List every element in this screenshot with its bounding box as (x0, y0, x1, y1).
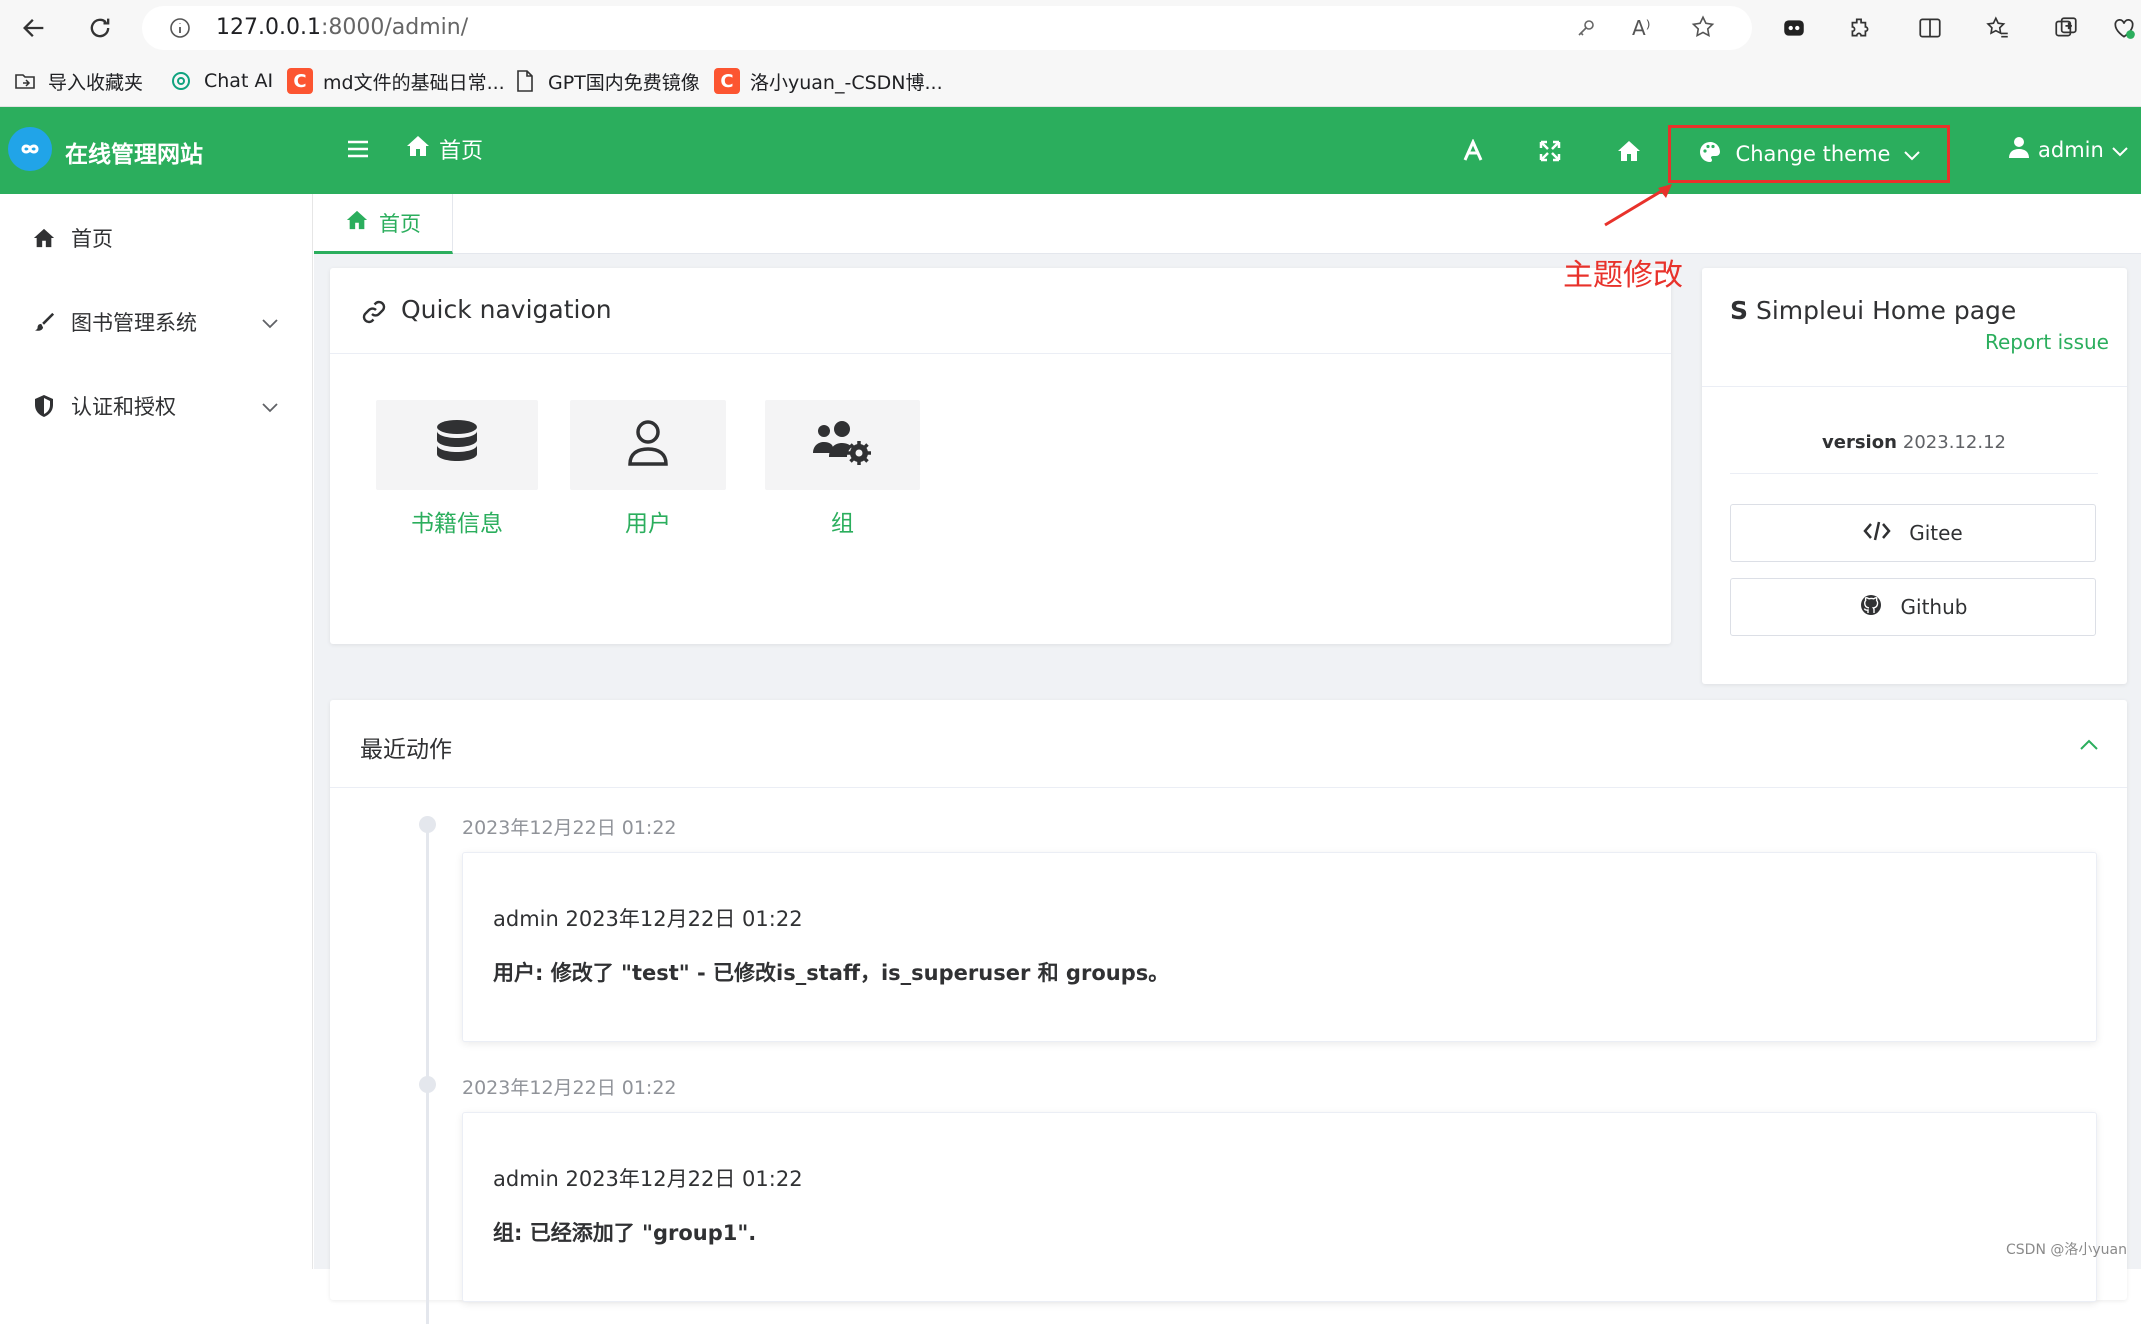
openai-icon (168, 68, 194, 94)
bookmarks-bar: 导入收藏夹 Chat AI C md文件的基础日常... GPT国内免费镜像 C… (0, 56, 2141, 107)
simpleui-logo: S (1730, 296, 1748, 325)
browser-toolbar: 127.0.0.1:8000/admin/ A⁾ (0, 0, 2141, 56)
entry-user-time: admin 2023年12月22日 01:22 (493, 903, 803, 933)
main-content: Quick navigation 书籍信息 用户 (314, 254, 2141, 1269)
quicknav-box[interactable] (765, 400, 920, 490)
users-cog-icon (813, 419, 873, 471)
annotation-arrow (1600, 180, 1680, 230)
user-icon (627, 419, 669, 471)
url-text[interactable]: 127.0.0.1:8000/admin/ (216, 15, 468, 40)
simpleui-title: S Simpleui Home page (1730, 296, 2016, 325)
sidebar-item-auth[interactable]: 认证和授权 (0, 376, 313, 436)
quicknav-box[interactable] (570, 400, 726, 490)
timeline-dot (419, 816, 436, 833)
bookmark-gpt-mirror[interactable]: GPT国内免费镜像 (512, 66, 700, 96)
bookmark-md-file[interactable]: C md文件的基础日常... (287, 66, 505, 96)
font-size-icon[interactable] (1453, 131, 1493, 171)
chevron-down-icon (1904, 142, 1920, 166)
recent-actions-header: 最近动作 (330, 700, 2127, 788)
header-breadcrumb[interactable]: 首页 (405, 133, 483, 165)
timeline-time: 2023年12月22日 01:22 (462, 813, 677, 840)
extensions-icon[interactable] (1838, 6, 1882, 50)
sidebar-item-home[interactable]: 首页 (0, 208, 313, 268)
timeline-entry: admin 2023年12月22日 01:22 组: 已经添加了 "group1… (462, 1112, 2097, 1302)
extension-app-icon[interactable] (1772, 6, 1816, 50)
timeline-dot (419, 1076, 436, 1093)
link-icon (360, 300, 388, 328)
bookmark-import-favorites[interactable]: 导入收藏夹 (12, 66, 143, 96)
site-logo[interactable] (8, 127, 52, 171)
info-icon[interactable] (168, 16, 192, 44)
fullscreen-icon[interactable] (1530, 131, 1570, 171)
refresh-icon[interactable] (78, 6, 122, 50)
key-icon[interactable] (1574, 16, 1598, 44)
change-theme-button[interactable]: Change theme (1668, 125, 1950, 183)
timeline-entry: admin 2023年12月22日 01:22 用户: 修改了 "test" -… (462, 852, 2097, 1042)
palette-icon (1698, 140, 1722, 169)
code-icon (1863, 520, 1891, 547)
entry-user-time: admin 2023年12月22日 01:22 (493, 1163, 803, 1193)
recent-actions-title: 最近动作 (360, 730, 452, 764)
github-icon (1859, 593, 1883, 622)
quicknav-item-users[interactable]: 用户 (570, 400, 726, 490)
menu-toggle-icon[interactable] (340, 131, 376, 167)
gitee-button[interactable]: Gitee (1730, 504, 2096, 562)
app-header: 在线管理网站 首页 Change theme admin (0, 107, 2141, 194)
entry-message[interactable]: 组: 已经添加了 "group1". (493, 1217, 756, 1247)
user-menu[interactable]: admin (2008, 135, 2128, 164)
browser-essentials-icon[interactable] (2106, 6, 2141, 50)
shield-icon (30, 392, 58, 420)
quicknav-box[interactable] (376, 400, 538, 490)
tab-bar: 首页 (314, 194, 2141, 254)
back-icon[interactable] (12, 6, 56, 50)
annotation-label: 主题修改 (1563, 250, 1683, 294)
report-issue-link[interactable]: Report issue (1985, 330, 2109, 354)
home-icon (345, 209, 369, 236)
version-info: version2023.12.12 (1730, 432, 2098, 474)
chevron-down-icon (262, 310, 278, 334)
chevron-down-icon (262, 394, 278, 418)
home-icon (405, 134, 431, 164)
home-icon (30, 224, 58, 252)
quicknav-item-books[interactable]: 书籍信息 (376, 400, 538, 490)
timeline-time: 2023年12月22日 01:22 (462, 1073, 677, 1100)
read-aloud-icon[interactable]: A⁾ (1632, 16, 1651, 40)
bookmark-chat-ai[interactable]: Chat AI (168, 66, 273, 96)
database-icon (435, 419, 479, 471)
quicknav-item-groups[interactable]: 组 (765, 400, 920, 490)
page-icon (512, 68, 538, 94)
user-icon (2008, 135, 2030, 164)
watermark: CSDN @洛小yuan (2006, 1239, 2127, 1259)
csdn-icon: C (287, 68, 313, 94)
star-icon[interactable] (1690, 14, 1716, 44)
timeline-line (426, 824, 429, 1324)
github-button[interactable]: Github (1730, 578, 2096, 636)
csdn-icon: C (714, 68, 740, 94)
tab-home[interactable]: 首页 (314, 194, 453, 254)
home-icon[interactable] (1609, 131, 1649, 171)
simpleui-header: S Simpleui Home page Report issue (1702, 268, 2127, 387)
brush-icon (30, 308, 58, 336)
recent-actions-card: 最近动作 2023年12月22日 01:22 admin 2023年12月22日… (330, 700, 2127, 1300)
favorites-icon[interactable] (1976, 6, 2020, 50)
entry-message[interactable]: 用户: 修改了 "test" - 已修改is_staff，is_superuse… (493, 957, 1169, 987)
collapse-chevron-up-icon[interactable] (2073, 728, 2105, 760)
split-screen-icon[interactable] (1908, 6, 1952, 50)
chevron-down-icon (2112, 138, 2128, 162)
sidebar-item-library-system[interactable]: 图书管理系统 (0, 292, 313, 352)
import-favorites-icon (12, 68, 38, 94)
site-title[interactable]: 在线管理网站 (65, 135, 203, 169)
quick-navigation-header: Quick navigation (330, 268, 1671, 354)
bookmark-csdn-blog[interactable]: C 洛小yuan_-CSDN博... (714, 66, 943, 96)
sidebar: 首页 图书管理系统 认证和授权 (0, 194, 313, 1269)
address-bar[interactable]: 127.0.0.1:8000/admin/ A⁾ (142, 6, 1752, 50)
simpleui-card: S Simpleui Home page Report issue versio… (1702, 268, 2127, 684)
collections-icon[interactable] (2044, 6, 2088, 50)
quick-navigation-title: Quick navigation (401, 295, 612, 324)
quick-navigation-card: Quick navigation 书籍信息 用户 (330, 268, 1671, 644)
